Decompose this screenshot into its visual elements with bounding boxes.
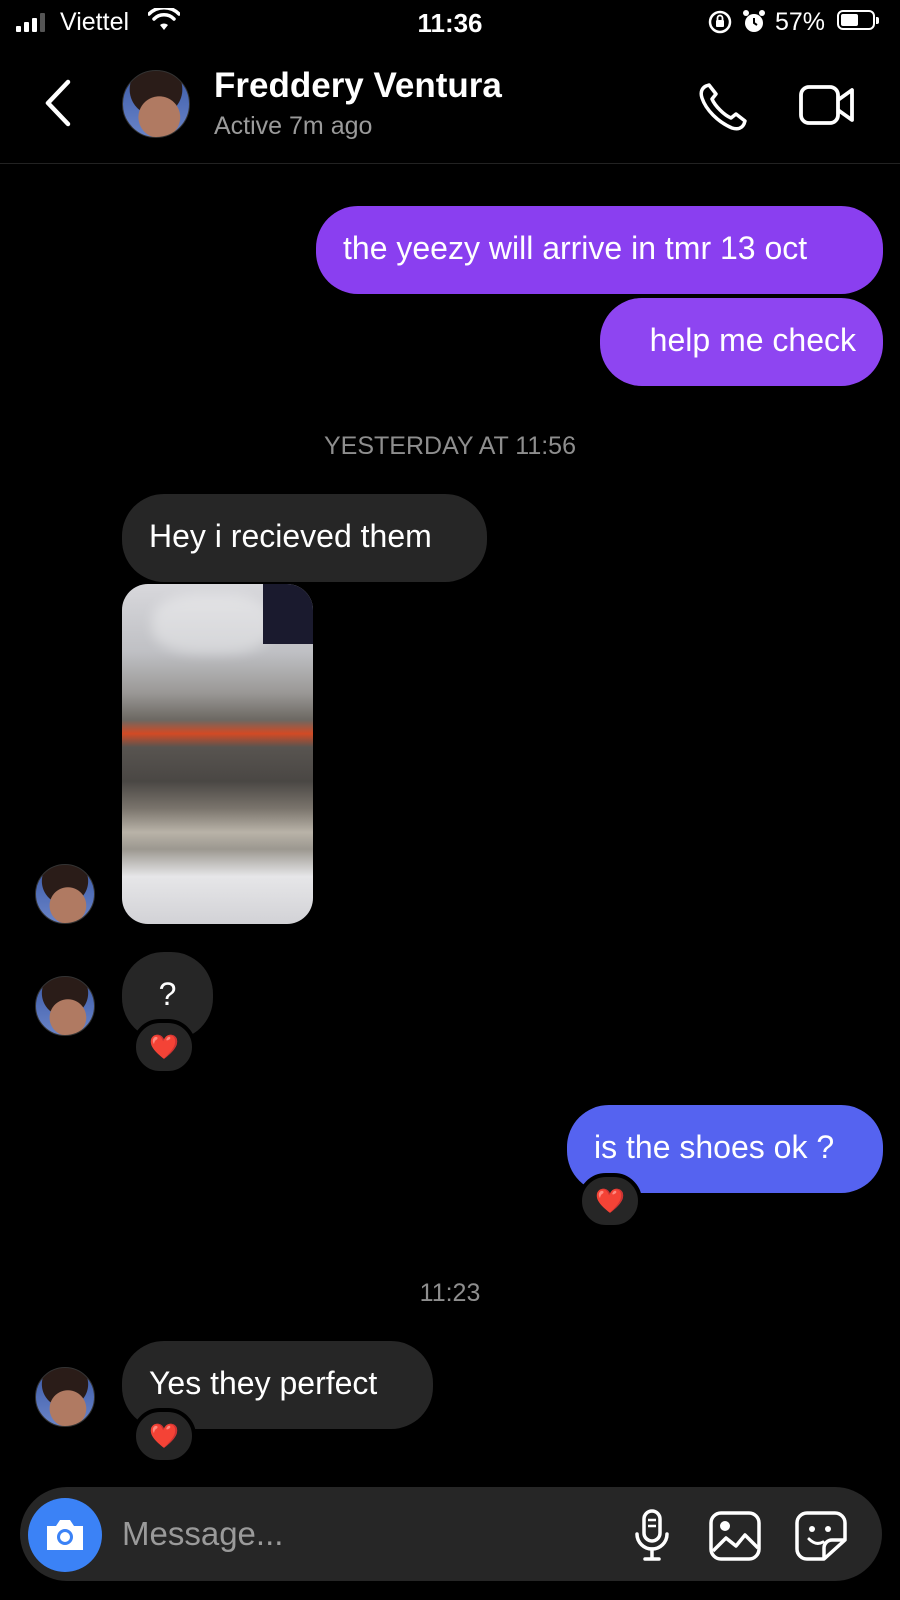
message-text: is the shoes ok ? <box>594 1129 835 1165</box>
camera-icon <box>47 1520 83 1550</box>
video-call-button[interactable] <box>798 82 858 133</box>
back-button[interactable] <box>40 78 74 133</box>
rotation-lock-icon <box>708 10 732 41</box>
sender-avatar[interactable] <box>35 864 95 924</box>
gallery-button[interactable] <box>708 1510 762 1567</box>
contact-avatar[interactable] <box>122 70 190 138</box>
shoe-photo[interactable] <box>122 584 313 924</box>
message-text: the yeezy will arrive in tmr 13 oct <box>343 230 808 266</box>
microphone-icon <box>635 1509 669 1561</box>
timestamp: 11:23 <box>419 1279 481 1307</box>
heart-reaction[interactable]: ❤️ <box>578 1173 642 1229</box>
heart-icon: ❤️ <box>149 1033 179 1061</box>
battery-percent: 57% <box>775 8 826 36</box>
battery-icon <box>837 10 879 30</box>
outgoing-message[interactable]: help me check <box>600 298 883 386</box>
timestamp: YESTERDAY AT 11:56 <box>324 432 576 460</box>
message-text: Yes they perfect <box>149 1365 378 1401</box>
incoming-message[interactable]: Hey i recieved them <box>122 494 487 582</box>
alarm-icon <box>742 9 766 42</box>
message-text: ? <box>158 976 177 1012</box>
phone-icon <box>699 83 747 131</box>
phone-call-button[interactable] <box>696 80 750 139</box>
image-icon <box>709 1511 761 1561</box>
camera-button[interactable] <box>28 1498 102 1572</box>
heart-icon: ❤️ <box>149 1422 179 1450</box>
heart-icon: ❤️ <box>595 1187 625 1215</box>
sender-avatar[interactable] <box>35 1367 95 1427</box>
header-divider <box>0 163 900 164</box>
heart-reaction[interactable]: ❤️ <box>132 1019 196 1075</box>
message-text: help me check <box>649 322 856 358</box>
status-bar: Viettel 11:36 57% <box>0 0 900 46</box>
message-input[interactable] <box>122 1514 592 1554</box>
sticker-button[interactable] <box>794 1510 848 1567</box>
sender-avatar[interactable] <box>35 976 95 1036</box>
contact-active-status: Active 7m ago <box>214 112 373 140</box>
video-camera-icon <box>799 85 854 125</box>
microphone-button[interactable] <box>632 1508 672 1569</box>
sticker-icon <box>795 1511 847 1561</box>
message-text: Hey i recieved them <box>149 518 432 554</box>
contact-name[interactable]: Freddery Ventura <box>214 66 502 106</box>
outgoing-message[interactable]: the yeezy will arrive in tmr 13 oct <box>316 206 883 294</box>
heart-reaction[interactable]: ❤️ <box>132 1408 196 1464</box>
